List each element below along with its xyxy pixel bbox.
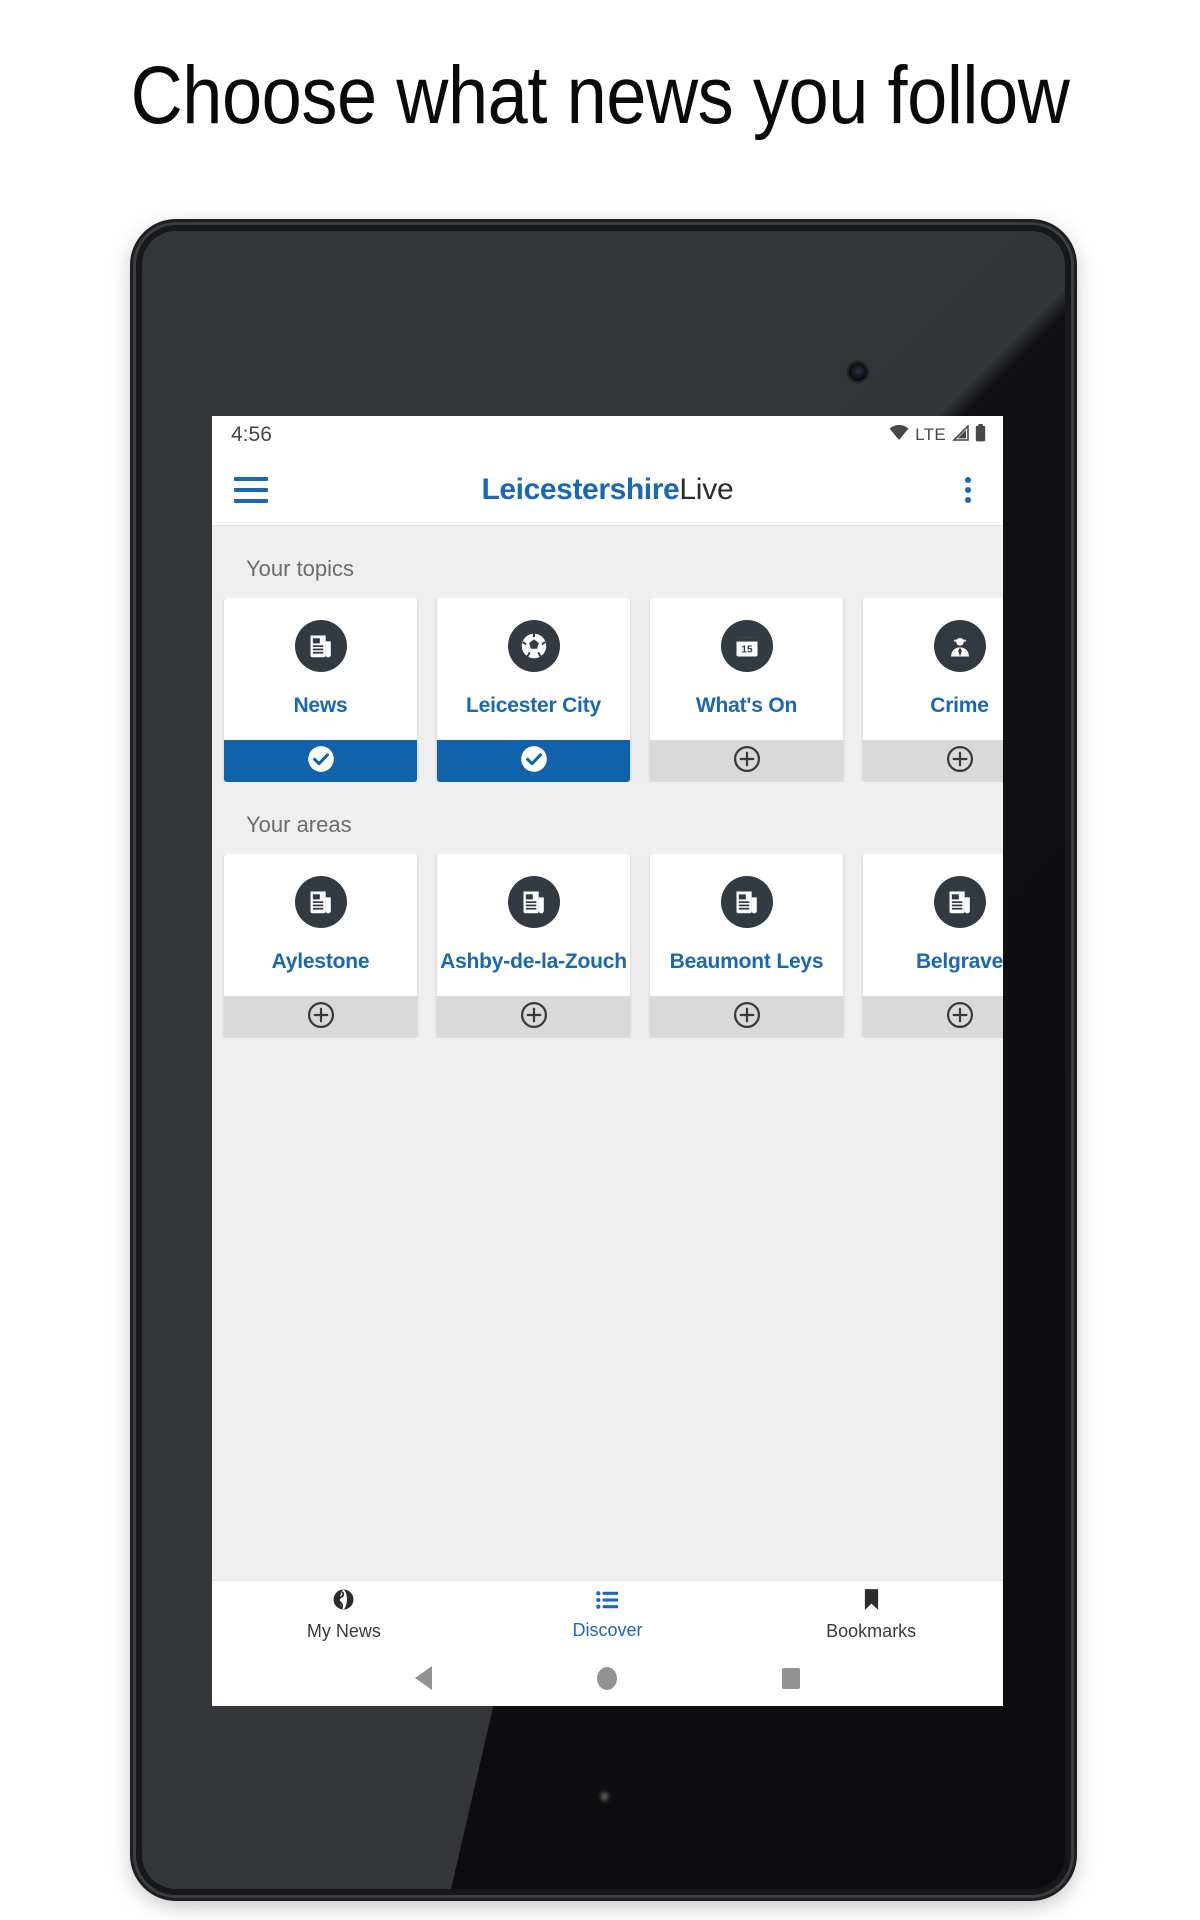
card-label: Ashby-de-la-Zouch — [440, 950, 627, 973]
topics-card-row[interactable]: News Leicester City 15 What's On Crime — [212, 598, 1003, 782]
back-triangle-icon[interactable] — [414, 1666, 432, 1690]
hamburger-menu-icon[interactable] — [234, 476, 268, 503]
android-system-navigation-bar — [212, 1649, 1003, 1706]
bookmark-icon — [863, 1588, 880, 1616]
brand-primary-text: Leicestershire — [481, 472, 680, 506]
battery-icon — [975, 423, 986, 447]
status-led — [600, 1792, 608, 1801]
card-body: Ashby-de-la-Zouch — [437, 854, 630, 996]
card-body: Aylestone — [224, 854, 417, 996]
follow-toggle-button[interactable] — [437, 996, 630, 1038]
app-brand-title: LeicestershireLive — [212, 473, 1003, 507]
topic-card-news[interactable]: News — [224, 598, 417, 782]
topic-card-crime[interactable]: Crime — [863, 598, 1003, 782]
home-circle-icon[interactable] — [596, 1666, 617, 1690]
card-label: Leicester City — [466, 694, 601, 717]
section-title-your-topics: Your topics — [246, 556, 355, 581]
card-body: Belgrave — [863, 854, 1003, 996]
section-title-your-areas: Your areas — [246, 812, 352, 837]
newspaper-icon — [294, 876, 347, 928]
card-label: Beaumont Leys — [669, 950, 824, 973]
recents-square-icon[interactable] — [782, 1667, 801, 1689]
follow-toggle-button[interactable] — [650, 996, 843, 1038]
follow-toggle-button[interactable] — [650, 740, 843, 782]
hamburger-bar — [234, 476, 268, 481]
wifi-icon — [889, 424, 909, 446]
area-card-aylestone[interactable]: Aylestone — [224, 854, 417, 1038]
newspaper-icon — [933, 876, 986, 928]
nav-tab-my-news[interactable]: My News — [212, 1588, 476, 1642]
area-card-beaumont-leys[interactable]: Beaumont Leys — [650, 854, 843, 1038]
svg-text:15: 15 — [741, 644, 753, 655]
calendar-icon: 15 — [720, 620, 773, 672]
area-card-ashby-de-la-zouch[interactable]: Ashby-de-la-Zouch — [437, 854, 630, 1038]
person-icon — [933, 620, 986, 672]
overflow-dot — [965, 496, 971, 503]
network-type-label: LTE — [915, 425, 946, 444]
card-body: 15 What's On — [650, 598, 843, 740]
plus-circle-icon — [520, 1001, 548, 1034]
status-bar-time: 4:56 — [231, 423, 272, 446]
follow-toggle-button[interactable] — [437, 740, 630, 782]
follow-toggle-button[interactable] — [863, 740, 1003, 782]
plus-circle-icon — [733, 745, 761, 778]
bottom-navigation-bar: My News Discover Bookmarks — [212, 1580, 1003, 1649]
card-label: Crime — [930, 694, 989, 717]
plus-circle-icon — [946, 1001, 974, 1034]
status-bar-indicators: LTE — [889, 423, 986, 447]
follow-toggle-button[interactable] — [224, 996, 417, 1038]
areas-card-row[interactable]: Aylestone Ashby-de-la-Zouch Beaumont Ley… — [212, 854, 1003, 1038]
list-icon — [596, 1590, 619, 1615]
card-label: Aylestone — [271, 950, 370, 973]
card-label: What's On — [695, 694, 798, 717]
brand-secondary-text: Live — [679, 472, 734, 506]
overflow-dot — [965, 486, 971, 493]
follow-toggle-button[interactable] — [224, 740, 417, 782]
follow-toggle-button[interactable] — [863, 996, 1003, 1038]
topic-card-whats-on[interactable]: 15 What's On — [650, 598, 843, 782]
card-label: News — [293, 694, 348, 717]
plus-circle-icon — [733, 1001, 761, 1034]
plus-circle-icon — [946, 745, 974, 778]
overflow-menu-icon[interactable] — [955, 475, 981, 505]
football-icon — [507, 620, 560, 672]
status-bar: 4:56 LTE — [212, 416, 1003, 454]
card-body: Crime — [863, 598, 1003, 740]
app-bar: LeicestershireLive — [212, 454, 1003, 526]
plus-circle-icon — [307, 1001, 335, 1034]
globe-icon — [332, 1588, 355, 1616]
page-title: Choose what news you follow — [130, 50, 1070, 141]
card-body: Beaumont Leys — [650, 854, 843, 996]
tablet-device-frame: 4:56 LTE LeicestershireLive Your topics … — [136, 225, 1071, 1895]
newspaper-icon — [294, 620, 347, 672]
nav-tab-bookmarks[interactable]: Bookmarks — [739, 1588, 1003, 1642]
nav-tab-discover[interactable]: Discover — [476, 1590, 740, 1641]
hamburger-bar — [234, 487, 268, 492]
front-camera-icon — [848, 363, 867, 381]
hamburger-bar — [234, 498, 268, 503]
newspaper-icon — [720, 876, 773, 928]
discover-content: Your topics News Leicester City 15 What'… — [212, 526, 1003, 1580]
signal-icon — [952, 423, 969, 446]
nav-tab-label: My News — [306, 1621, 381, 1641]
device-screen: 4:56 LTE LeicestershireLive Your topics … — [212, 416, 1003, 1706]
card-label: Belgrave — [915, 950, 1003, 973]
card-body: News — [224, 598, 417, 740]
check-circle-icon — [520, 745, 548, 778]
newspaper-icon — [507, 876, 560, 928]
card-body: Leicester City — [437, 598, 630, 740]
nav-tab-label: Bookmarks — [826, 1621, 917, 1641]
nav-tab-label: Discover — [572, 1619, 643, 1640]
area-card-belgrave[interactable]: Belgrave — [863, 854, 1003, 1038]
overflow-dot — [965, 476, 971, 483]
check-circle-icon — [307, 745, 335, 778]
topic-card-leicester-city[interactable]: Leicester City — [437, 598, 630, 782]
